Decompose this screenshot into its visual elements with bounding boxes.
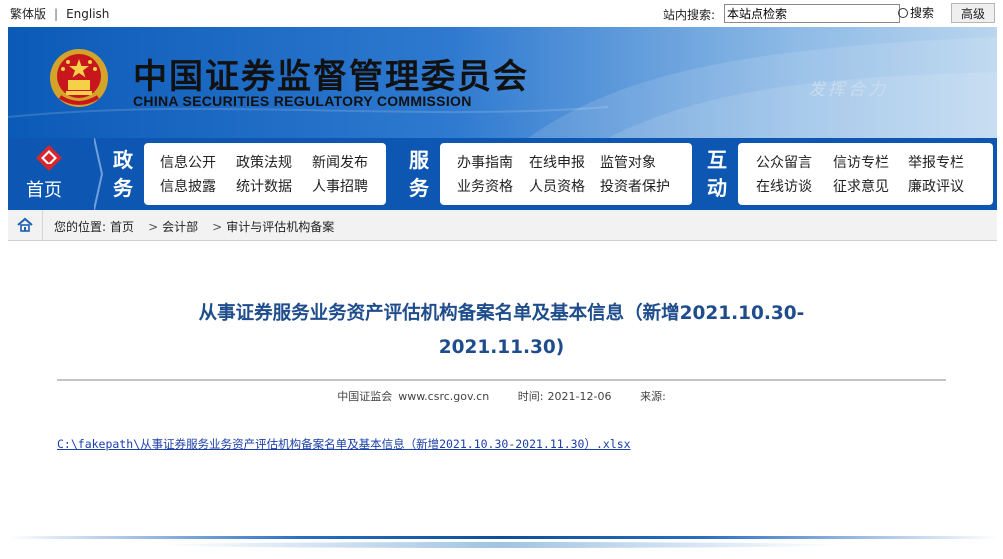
nav-group-title-services: 服 务	[406, 146, 432, 202]
lang-english-link[interactable]: English	[66, 7, 109, 21]
article-site: www.csrc.gov.cn	[398, 390, 490, 403]
nav-item-statistics[interactable]: 统计数据	[236, 176, 292, 196]
article-meta: 中国证监会 www.csrc.gov.cn 时间: 2021-12-06 来源:	[0, 388, 1003, 404]
nav-group-title-char: 互	[707, 148, 727, 172]
nav-group-title-char: 务	[113, 176, 133, 200]
chevron-right-icon: >	[212, 220, 223, 234]
home-icon	[17, 217, 33, 232]
nav-group-title-interaction: 互 动	[704, 146, 730, 202]
nav-group-government: 信息公开 政策法规 新闻发布 信息披露 统计数据 人事招聘	[144, 143, 386, 205]
search-label: 站内搜索:	[663, 8, 716, 22]
nav-group-title-char: 动	[707, 176, 727, 200]
article-time-label: 时间:	[517, 390, 544, 403]
search-button-label: 搜索	[910, 6, 935, 20]
breadcrumb: 您的位置: 首页 > 会计部 > 审计与评估机构备案	[8, 210, 997, 241]
breadcrumb-item-accounting[interactable]: 会计部	[162, 220, 198, 234]
breadcrumb-item-home[interactable]: 首页	[110, 220, 134, 234]
nav-item-petition[interactable]: 信访专栏	[833, 152, 889, 172]
nav-item-info-disclosure[interactable]: 信息公开	[160, 152, 216, 172]
article-origin-label: 来源:	[640, 390, 666, 403]
nav-item-business-qualification[interactable]: 业务资格	[457, 176, 513, 196]
search-button[interactable]: 搜索	[898, 4, 946, 23]
breadcrumb-home-button[interactable]	[8, 210, 43, 240]
nav-group-services: 办事指南 在线申报 监管对象 业务资格 人员资格 投资者保护	[440, 143, 692, 205]
national-emblem-icon	[50, 49, 108, 107]
nav-item-guide[interactable]: 办事指南	[457, 152, 513, 172]
footer-divider	[8, 536, 997, 539]
nav-item-news[interactable]: 新闻发布	[312, 152, 368, 172]
header-banner: 中国证券监督管理委员会 CHINA SECURITIES REGULATORY …	[8, 27, 997, 138]
article-title-line1: 从事证券服务业务资产评估机构备案名单及基本信息（新增2021.10.30-	[198, 303, 805, 324]
nav-item-investor-protection[interactable]: 投资者保护	[600, 176, 670, 196]
nav-item-online-filing[interactable]: 在线申报	[529, 152, 585, 172]
site-title-cn: 中国证券监督管理委员会	[133, 57, 529, 97]
title-divider	[57, 379, 946, 381]
nav-item-report[interactable]: 举报专栏	[908, 152, 964, 172]
advanced-search-button[interactable]: 高级	[951, 3, 995, 23]
nav-group-interaction: 公众留言 信访专栏 举报专栏 在线访谈 征求意见 廉政评议	[738, 143, 993, 205]
article-title: 从事证券服务业务资产评估机构备案名单及基本信息（新增2021.10.30- 20…	[170, 297, 833, 365]
article-time-value: 2021-12-06	[547, 390, 612, 403]
nav-group-title-char: 政	[113, 148, 133, 172]
breadcrumb-item-audit-filing[interactable]: 审计与评估机构备案	[226, 220, 334, 234]
nav-item-integrity-review[interactable]: 廉政评议	[908, 176, 964, 196]
nav-item-recruitment[interactable]: 人事招聘	[312, 176, 368, 196]
banner-slogan: 发挥合力	[808, 80, 888, 100]
nav-home-label: 首页	[26, 180, 62, 201]
main-navigation: 首页 政 务 信息公开 政策法规 新闻发布 信息披露 统计数据 人事招聘 服 务…	[8, 138, 997, 210]
nav-divider	[94, 138, 104, 210]
top-bar: 繁体版 | English 站内搜索: 搜索 高级	[0, 0, 1003, 27]
nav-item-online-interview[interactable]: 在线访谈	[756, 176, 812, 196]
chevron-right-icon: >	[148, 220, 159, 234]
nav-item-regulated-entities[interactable]: 监管对象	[600, 152, 656, 172]
nav-item-public-message[interactable]: 公众留言	[756, 152, 812, 172]
article-title-line2: 2021.11.30)	[438, 337, 565, 358]
nav-item-policies[interactable]: 政策法规	[236, 152, 292, 172]
language-switcher: 繁体版 | English	[10, 5, 109, 22]
site-title-en: CHINA SECURITIES REGULATORY COMMISSION	[133, 93, 472, 109]
breadcrumb-prefix: 您的位置:	[54, 220, 107, 234]
article-time: 时间: 2021-12-06	[518, 390, 612, 403]
nav-group-title-char: 服	[409, 148, 429, 172]
nav-home[interactable]: 首页	[8, 138, 94, 210]
nav-item-personnel-qualification[interactable]: 人员资格	[529, 176, 585, 196]
article-source-name: 中国证监会	[337, 390, 393, 403]
footer-glow	[160, 542, 840, 548]
nav-group-title-char: 务	[409, 176, 429, 200]
nav-item-info-publish[interactable]: 信息披露	[160, 176, 216, 196]
csrc-logo-icon	[36, 145, 62, 171]
article-source: 中国证监会 www.csrc.gov.cn	[337, 390, 489, 403]
lang-traditional-link[interactable]: 繁体版	[10, 5, 46, 22]
lang-separator: |	[54, 7, 59, 21]
nav-item-solicit-opinions[interactable]: 征求意见	[833, 176, 889, 196]
nav-group-title-government: 政 务	[110, 146, 136, 202]
search-input[interactable]	[724, 4, 900, 23]
search-icon	[898, 8, 908, 18]
attachment-link[interactable]: C:\fakepath\从事证券服务业务资产评估机构备案名单及基本信息（新增20…	[57, 436, 631, 452]
